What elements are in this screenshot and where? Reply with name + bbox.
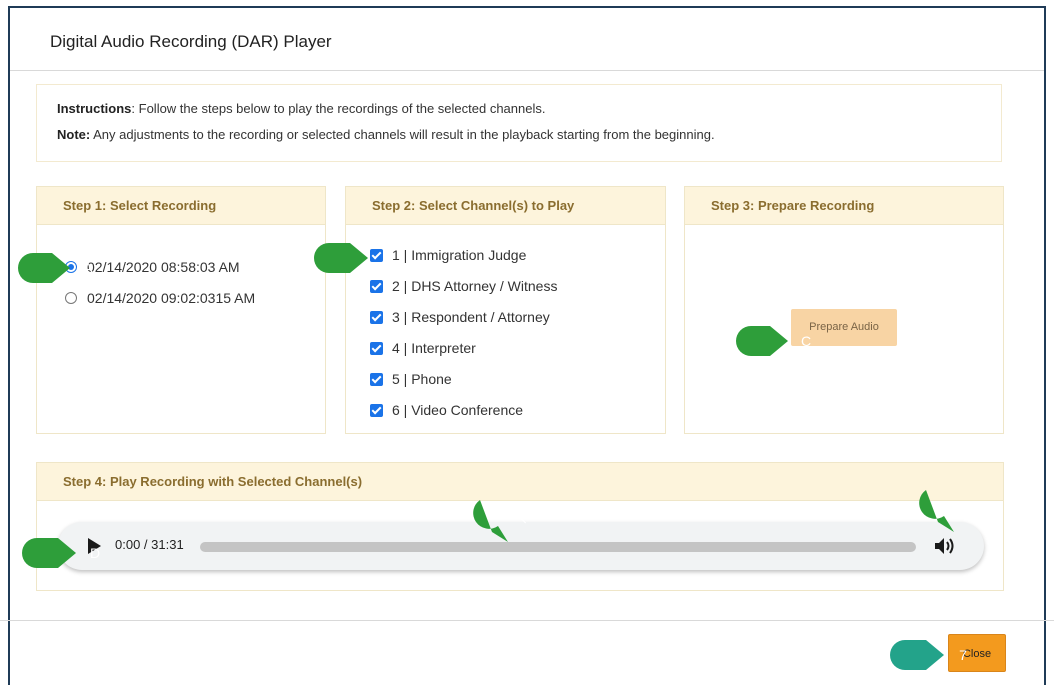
checkbox-checked-icon[interactable] bbox=[370, 341, 383, 355]
callout-d-marker: D bbox=[22, 538, 100, 568]
channel-checkbox-4[interactable]: 4 | Interpreter bbox=[370, 340, 476, 356]
step3-title: Step 3: Prepare Recording bbox=[685, 187, 1003, 225]
note-line: Note: Any adjustments to the recording o… bbox=[57, 127, 715, 142]
checkbox-checked-icon[interactable] bbox=[370, 279, 383, 293]
channel-label: 3 | Respondent / Attorney bbox=[392, 309, 550, 325]
checkbox-checked-icon[interactable] bbox=[370, 403, 383, 417]
checkbox-checked-icon[interactable] bbox=[370, 372, 383, 386]
volume-icon[interactable] bbox=[934, 536, 956, 556]
callout-a-marker: A bbox=[18, 253, 93, 283]
recording-option-label: 02/14/2020 09:02:0315 AM bbox=[87, 290, 256, 306]
instructions-line: Instructions: Follow the steps below to … bbox=[57, 101, 545, 116]
step1-panel: Step 1: Select Recording 02/14/2020 08:5… bbox=[36, 186, 326, 434]
callout-c-marker: C bbox=[736, 326, 811, 356]
instructions-panel: Instructions: Follow the steps below to … bbox=[36, 84, 1002, 162]
channel-checkbox-5[interactable]: 5 | Phone bbox=[370, 371, 452, 387]
recording-option-label: 02/14/2020 08:58:03 AM bbox=[87, 259, 240, 275]
callout-label: 7 bbox=[959, 647, 967, 663]
callout-pointer-icon bbox=[18, 253, 70, 283]
callout-pointer-icon bbox=[473, 500, 508, 542]
channel-label: 6 | Video Conference bbox=[392, 402, 524, 418]
audio-player: 0:00 / 31:31 bbox=[58, 522, 984, 570]
callout-label: C bbox=[800, 333, 812, 349]
callout-label: D bbox=[89, 545, 101, 561]
callout-e-marker: E bbox=[462, 496, 535, 542]
note-text: Any adjustments to the recording or sele… bbox=[90, 127, 715, 142]
callout-pointer-icon bbox=[22, 538, 76, 568]
callout-label: A bbox=[83, 260, 93, 276]
callout-pointer-icon bbox=[919, 490, 954, 532]
dialog-header: Digital Audio Recording (DAR) Player bbox=[10, 8, 1044, 71]
radio-unselected-icon[interactable] bbox=[65, 292, 77, 304]
callout-b-marker: B bbox=[314, 243, 392, 273]
checkbox-checked-icon[interactable] bbox=[370, 310, 383, 324]
callout-pointer-icon bbox=[736, 326, 788, 356]
footer-divider bbox=[0, 620, 1054, 621]
callout-7-marker: 7 bbox=[890, 640, 967, 670]
playback-time: 0:00 / 31:31 bbox=[115, 537, 184, 552]
dialog-title: Digital Audio Recording (DAR) Player bbox=[50, 32, 332, 51]
progress-bar[interactable] bbox=[200, 542, 916, 552]
step3-panel: Step 3: Prepare Recording Prepare Audio bbox=[684, 186, 1004, 434]
callout-pointer-icon bbox=[890, 640, 944, 670]
step1-title: Step 1: Select Recording bbox=[37, 187, 325, 225]
callout-pointer-icon bbox=[314, 243, 368, 273]
channel-label: 5 | Phone bbox=[392, 371, 452, 387]
instructions-text: : Follow the steps below to play the rec… bbox=[131, 101, 546, 116]
note-label: Note: bbox=[57, 127, 91, 142]
callout-f-marker: F bbox=[908, 486, 981, 532]
step2-title: Step 2: Select Channel(s) to Play bbox=[346, 187, 665, 225]
channel-label: 4 | Interpreter bbox=[392, 340, 476, 356]
instructions-label: Instructions bbox=[57, 101, 132, 116]
channel-checkbox-2[interactable]: 2 | DHS Attorney / Witness bbox=[370, 278, 557, 294]
channel-checkbox-6[interactable]: 6 | Video Conference bbox=[370, 402, 523, 418]
channel-label: 1 | Immigration Judge bbox=[392, 247, 527, 263]
recording-option-2[interactable]: 02/14/2020 09:02:0315 AM bbox=[65, 290, 255, 306]
step2-panel: Step 2: Select Channel(s) to Play 1 | Im… bbox=[345, 186, 666, 434]
callout-label: B bbox=[382, 250, 392, 266]
channel-label: 2 | DHS Attorney / Witness bbox=[392, 278, 558, 294]
step4-title: Step 4: Play Recording with Selected Cha… bbox=[37, 463, 1003, 501]
channel-checkbox-3[interactable]: 3 | Respondent / Attorney bbox=[370, 309, 550, 325]
